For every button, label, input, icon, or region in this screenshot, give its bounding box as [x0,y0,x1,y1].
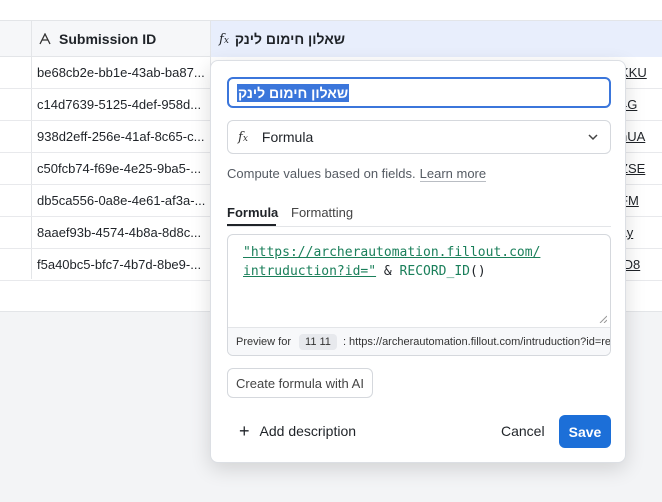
chevron-down-icon [588,134,598,141]
preview-label: Preview for [236,335,292,348]
tab-formula[interactable]: Formula [227,205,278,220]
active-tab-indicator [227,224,276,226]
cancel-button[interactable]: Cancel [501,423,545,439]
submission-id-cell[interactable]: c14d7639-5125-4def-958d... [37,89,205,120]
column-header-submission-id[interactable]: Submission ID [31,21,211,57]
column-header-label: שאלון חימום לינק [234,31,346,47]
column-header-link[interactable]: fx שאלון חימום לינק [211,21,662,57]
link-cell[interactable]: nUA [620,121,662,152]
submission-id-cell[interactable]: 938d2eff-256e-41af-8c65-c... [37,121,205,152]
formula-paren: () [470,264,486,279]
text-type-icon [39,33,51,45]
preview-record-pill[interactable]: 11 11 [299,333,337,350]
submission-id-cell[interactable]: 8aaef93b-4574-4b8a-8d8c... [37,217,205,248]
link-cell[interactable]: FM [620,185,662,216]
formula-tabs: Formula Formatting [227,203,611,227]
fx-icon: fx [219,31,229,47]
field-name-input[interactable]: שאלון חימום לינק [227,77,611,108]
plus-icon: + [239,421,250,441]
submission-id-cell[interactable]: f5a40bc5-bfc7-4b7d-8be9-... [37,249,205,280]
formula-string-line2: intruduction?id=" [243,264,377,279]
preview-value: : https://archerautomation.fillout.com/i… [342,335,611,348]
create-formula-ai-button[interactable]: Create formula with AI [227,368,373,398]
link-cell[interactable]: ZSE [620,153,662,184]
link-cell[interactable]: Ly [620,217,662,248]
field-type-select[interactable]: fx Formula [227,120,611,154]
fx-icon: fx [238,129,248,145]
resize-handle-icon[interactable] [599,315,607,323]
field-type-description: Compute values based on fields. Learn mor… [227,166,487,182]
field-config-popover: שאלון חימום לינק fx Formula Compute valu… [210,60,626,463]
submission-id-cell[interactable]: db5ca556-0a8e-4e61-af3a-... [37,185,205,216]
submission-id-cell[interactable]: be68cb2e-bb1e-43ab-ba87... [37,57,205,88]
formula-preview: Preview for 11 11 : https://archerautoma… [228,327,611,355]
submission-id-cell[interactable]: c50fcb74-f69e-4e25-9ba5-... [37,153,205,184]
column-header-label: Submission ID [59,31,157,47]
field-type-label: Formula [261,129,314,145]
link-cell[interactable]: 4G [620,89,662,120]
grid-header: Submission ID fx שאלון חימום לינק [0,20,662,57]
formula-function: RECORD_ID [399,264,470,279]
formula-editor[interactable]: "https://archerautomation.fillout.com/ i… [227,234,611,356]
field-name-selected-text: שאלון חימום לינק [237,83,350,102]
link-cell[interactable]: KKU [620,57,662,88]
add-description-button[interactable]: + Add description [239,421,357,441]
link-cell[interactable]: ID8 [620,249,662,280]
tab-formatting[interactable]: Formatting [291,205,353,220]
formula-code[interactable]: "https://archerautomation.fillout.com/ i… [243,243,540,281]
formula-operator: & [376,264,400,279]
description-text: Compute values based on fields. [227,166,416,181]
save-button[interactable]: Save [559,415,611,448]
learn-more-link[interactable]: Learn more [419,166,487,182]
add-description-label: Add description [259,423,357,439]
formula-string-line1: "https://archerautomation.fillout.com/ [243,245,541,260]
